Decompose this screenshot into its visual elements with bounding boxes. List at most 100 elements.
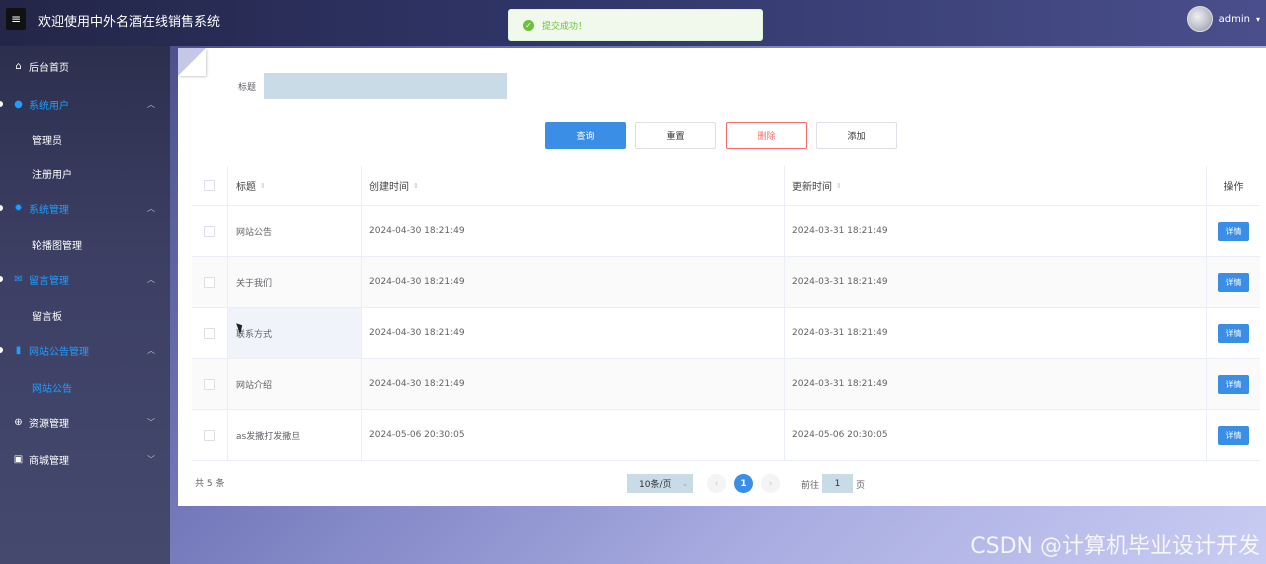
sidebar-item-label: 管理员	[32, 136, 62, 147]
prev-page-button[interactable]: ‹	[707, 474, 726, 493]
sidebar-item-label: 系统用户	[29, 100, 69, 112]
next-page-button[interactable]: ›	[761, 474, 780, 493]
cell-op: 详情	[1207, 410, 1260, 460]
cell-created: 2024-04-30 18:21:49	[362, 257, 785, 307]
sidebar-item-notice-management[interactable]: ▮ 网站公告管理 ︿	[0, 336, 170, 364]
row-checkbox[interactable]	[204, 276, 215, 288]
cell-title: 网站公告	[228, 206, 362, 256]
toast-message: 提交成功！	[542, 21, 588, 32]
table-row: 网站公告 2024-04-30 18:21:49 2024-03-31 18:2…	[192, 206, 1260, 257]
reset-button[interactable]: 重置	[635, 122, 716, 149]
column-header-created[interactable]: 创建时间 ⇕	[362, 166, 785, 205]
sort-icon[interactable]: ⇕	[836, 182, 842, 190]
select-all-checkbox[interactable]	[204, 180, 215, 191]
sidebar-item-message-management[interactable]: ✉ 留言管理 ︿	[0, 265, 170, 293]
row-checkbox[interactable]	[204, 429, 215, 441]
sidebar-item-resource-management[interactable]: ⊕ 资源管理 ﹀	[0, 408, 170, 436]
shop-icon: ▣	[13, 453, 24, 465]
detail-button[interactable]: 详情	[1218, 323, 1249, 343]
cell-created: 2024-04-30 18:21:49	[362, 308, 785, 358]
active-dot	[0, 347, 3, 353]
cell-created: 2024-05-06 20:30:05	[362, 410, 785, 460]
avatar[interactable]	[1186, 6, 1213, 32]
table-row: 关于我们 2024-04-30 18:21:49 2024-03-31 18:2…	[192, 257, 1260, 308]
sort-icon[interactable]: ⇕	[413, 182, 419, 190]
cell-op: 详情	[1207, 308, 1260, 358]
sidebar-item-registered-users[interactable]: 注册用户	[0, 158, 170, 186]
column-header-op: 操作	[1223, 182, 1244, 193]
sidebar-item-system-management[interactable]: ✹ 系统管理 ︿	[0, 194, 170, 222]
cell-op: 详情	[1207, 206, 1260, 256]
sidebar-item-shop-management[interactable]: ▣ 商城管理 ﹀	[0, 445, 170, 473]
goto-label: 前往	[801, 481, 820, 491]
title-search-input[interactable]	[264, 73, 507, 99]
active-dot	[0, 205, 3, 211]
row-checkbox-cell	[192, 206, 228, 256]
user-menu[interactable]: admin ▾	[1186, 6, 1260, 32]
goto-page-input[interactable]: 1	[822, 474, 853, 493]
table-row: as发撒打发撒旦 2024-05-06 20:30:05 2024-05-06 …	[192, 410, 1260, 461]
query-button[interactable]: 查询	[545, 122, 626, 149]
chevron-up-icon: ︿	[147, 274, 155, 284]
cell-updated: 2024-03-31 18:21:49	[785, 359, 1207, 409]
cell-title: 联系方式	[228, 308, 362, 358]
page-number-current[interactable]: 1	[734, 474, 753, 493]
row-checkbox[interactable]	[204, 225, 215, 237]
plus-circle-icon: ⊕	[14, 416, 23, 428]
message-icon: ✉	[14, 273, 23, 285]
chevron-down-icon: ﹀	[147, 454, 155, 464]
sidebar-item-label: 留言板	[32, 312, 62, 323]
user-icon: ●	[14, 98, 23, 110]
sidebar-item-system-users[interactable]: ● 系统用户 ︿	[0, 90, 170, 118]
search-label: 标题	[238, 83, 257, 93]
header-label: 标题	[236, 182, 256, 193]
watermark: CSDN @计算机毕业设计开发	[970, 534, 1260, 559]
header-checkbox-cell	[192, 166, 228, 205]
sidebar-item-carousel[interactable]: 轮播图管理	[0, 229, 170, 257]
sidebar-item-label: 留言管理	[29, 275, 69, 287]
user-name[interactable]: admin	[1219, 14, 1250, 25]
row-checkbox-cell	[192, 359, 228, 409]
row-checkbox-cell	[192, 410, 228, 460]
chevron-down-icon: ﹀	[147, 417, 155, 427]
row-checkbox[interactable]	[204, 378, 215, 390]
column-header-updated[interactable]: 更新时间 ⇕	[785, 166, 1207, 205]
goto-suffix: 页	[856, 481, 866, 491]
delete-button[interactable]: 删除	[726, 122, 807, 149]
page-size-value: 10条/页	[639, 480, 672, 490]
chevron-down-icon[interactable]: ▾	[1256, 15, 1260, 24]
sidebar-item-admin[interactable]: 管理员	[0, 124, 170, 152]
chevron-up-icon: ︿	[147, 345, 155, 355]
cell-title: 关于我们	[228, 257, 362, 307]
sidebar-item-label: 后台首页	[29, 62, 69, 74]
column-header-title[interactable]: 标题 ⇕	[228, 166, 362, 205]
table-row: 网站介绍 2024-04-30 18:21:49 2024-03-31 18:2…	[192, 359, 1260, 410]
sidebar: ⌂ 后台首页 ● 系统用户 ︿ 管理员 注册用户 ✹ 系统管理 ︿ 轮播图管理 …	[0, 46, 170, 564]
table-row: 联系方式 2024-04-30 18:21:49 2024-03-31 18:2…	[192, 308, 1260, 359]
pagination-total: 共 5 条	[195, 479, 225, 489]
row-checkbox-cell	[192, 257, 228, 307]
menu-icon[interactable]: ≡	[6, 8, 26, 30]
sidebar-item-label: 网站公告	[32, 384, 72, 395]
detail-button[interactable]: 详情	[1218, 221, 1249, 241]
detail-button[interactable]: 详情	[1218, 272, 1249, 292]
app-title: 欢迎使用中外名酒在线销售系统	[38, 15, 221, 30]
corner-fold-shadow	[178, 48, 206, 76]
sidebar-item-message-board[interactable]: 留言板	[0, 300, 170, 328]
page-size-select[interactable]: 10条/页 ⌄	[627, 474, 693, 493]
header-label: 创建时间	[369, 182, 409, 193]
row-checkbox-cell	[192, 308, 228, 358]
detail-button[interactable]: 详情	[1218, 374, 1249, 394]
check-circle-icon: ✓	[523, 19, 534, 31]
sidebar-item-site-notice[interactable]: 网站公告	[0, 372, 170, 400]
detail-button[interactable]: 详情	[1218, 425, 1249, 445]
sidebar-item-home[interactable]: ⌂ 后台首页	[0, 52, 170, 80]
cell-updated: 2024-03-31 18:21:49	[785, 308, 1207, 358]
sort-icon[interactable]: ⇕	[260, 182, 266, 190]
add-button[interactable]: 添加	[816, 122, 897, 149]
cell-op: 详情	[1207, 359, 1260, 409]
sidebar-item-label: 资源管理	[29, 418, 69, 430]
cell-updated: 2024-05-06 20:30:05	[785, 410, 1207, 460]
row-checkbox[interactable]	[204, 327, 215, 339]
cell-updated: 2024-03-31 18:21:49	[785, 206, 1207, 256]
